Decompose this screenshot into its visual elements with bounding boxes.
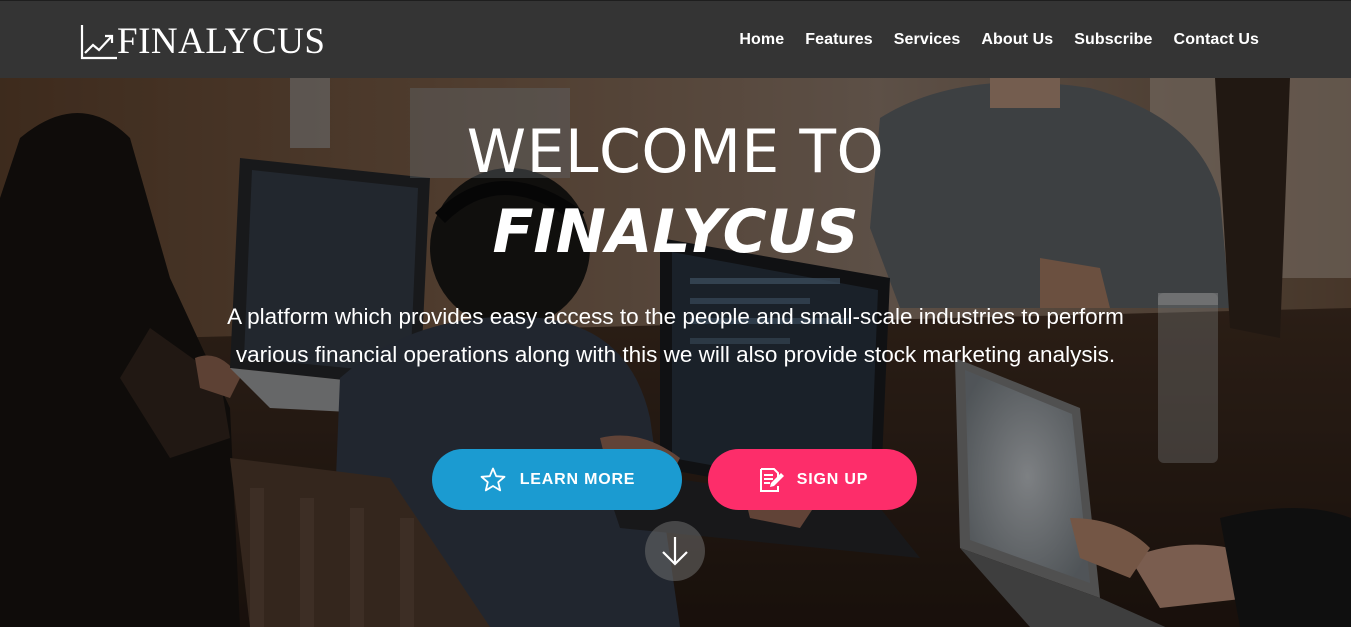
main-nav: Home Features Services About Us Subscrib… <box>739 1 1259 79</box>
nav-subscribe[interactable]: Subscribe <box>1074 31 1152 49</box>
nav-about-us[interactable]: About Us <box>981 31 1053 49</box>
star-icon <box>480 467 506 491</box>
arrow-down-icon <box>662 537 688 566</box>
logo[interactable]: FINALYCUS <box>79 21 325 61</box>
nav-home[interactable]: Home <box>739 31 784 49</box>
hero-subtitle: A platform which provides easy access to… <box>227 304 1124 367</box>
scroll-down-button[interactable] <box>645 521 705 581</box>
nav-features[interactable]: Features <box>805 31 873 49</box>
top-navbar: FINALYCUS Home Features Services About U… <box>0 0 1351 78</box>
landing-page: FINALYCUS Home Features Services About U… <box>0 0 1351 627</box>
learn-more-label: LEARN MORE <box>519 470 636 488</box>
sign-up-button[interactable]: SIGN UP <box>708 449 917 510</box>
edit-document-icon <box>759 467 784 492</box>
nav-services[interactable]: Services <box>894 31 961 49</box>
chart-trend-icon <box>80 25 117 60</box>
hero-title-brand: FINALYCUS <box>492 197 859 267</box>
logo-text: FINALYCUS <box>117 21 326 62</box>
hero-title-welcome: WELCOME TO <box>466 117 885 187</box>
nav-contact-us[interactable]: Contact Us <box>1174 31 1259 49</box>
sign-up-label: SIGN UP <box>796 470 869 488</box>
learn-more-button[interactable]: LEARN MORE <box>432 449 682 510</box>
